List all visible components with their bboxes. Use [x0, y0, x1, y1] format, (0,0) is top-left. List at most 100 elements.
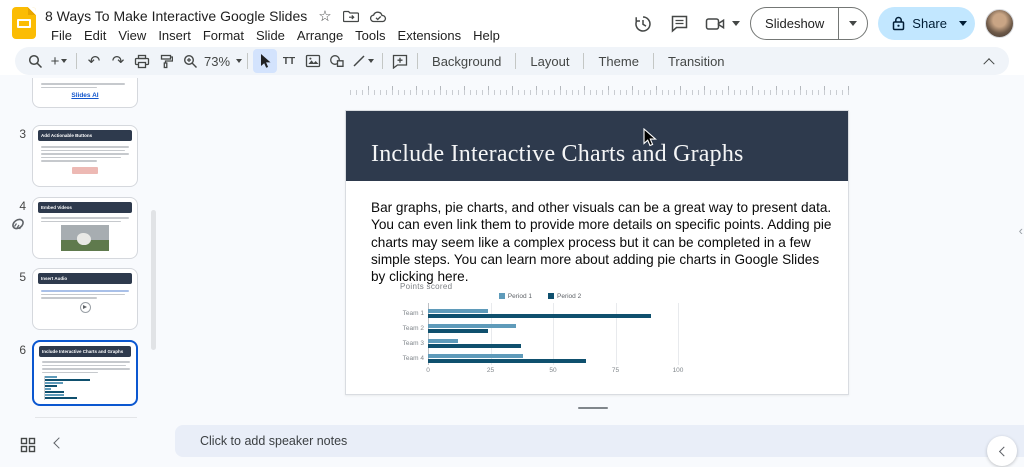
- zoom-icon[interactable]: [178, 49, 202, 73]
- menu-bar: File Edit View Insert Format Slide Arran…: [45, 27, 506, 44]
- chart-bar: [428, 329, 488, 333]
- menu-help[interactable]: Help: [467, 27, 506, 44]
- thumb-title: Add Actionable Buttons: [38, 130, 132, 141]
- menu-insert[interactable]: Insert: [152, 27, 197, 44]
- toolbar: + ↶ ↷ 73% TT: [15, 47, 1009, 75]
- account-avatar[interactable]: [985, 9, 1014, 38]
- menu-tools[interactable]: Tools: [349, 27, 391, 44]
- comments-icon[interactable]: [666, 11, 692, 37]
- google-slides-app: 8 Ways To Make Interactive Google Slides…: [0, 0, 1024, 467]
- line-dropdown-caret[interactable]: [368, 59, 374, 63]
- chart-legend-entry: Period 2: [548, 293, 581, 300]
- slideshow-button-group: Slideshow: [750, 7, 868, 40]
- version-history-icon[interactable]: [630, 11, 656, 37]
- menu-slide[interactable]: Slide: [250, 27, 291, 44]
- insert-shape-tool[interactable]: [325, 49, 349, 73]
- menu-arrange[interactable]: Arrange: [291, 27, 349, 44]
- print-icon[interactable]: [130, 49, 154, 73]
- insert-image-tool[interactable]: [301, 49, 325, 73]
- slides-logo-icon[interactable]: [12, 7, 36, 39]
- chart-x-tick: 0: [419, 367, 437, 374]
- speaker-notes-box[interactable]: Click to add speaker notes: [175, 425, 1024, 457]
- chart-x-tick: 100: [669, 367, 687, 374]
- thumb-mini-chart: [44, 376, 134, 402]
- horizontal-ruler: [345, 83, 849, 95]
- thumb-video-image: [61, 225, 109, 251]
- legend-swatch: [548, 293, 554, 299]
- menu-edit[interactable]: Edit: [78, 27, 112, 44]
- speaker-notes-placeholder: Click to add speaker notes: [200, 434, 347, 448]
- move-folder-icon[interactable]: [343, 9, 359, 23]
- menu-format[interactable]: Format: [197, 27, 250, 44]
- thumb-link-text: Slides AI: [33, 92, 137, 99]
- camera-dropdown-caret[interactable]: [732, 21, 740, 26]
- top-bar: 8 Ways To Make Interactive Google Slides…: [0, 0, 1024, 47]
- thumb-title: Embed Videos: [38, 202, 132, 213]
- paint-format-icon[interactable]: [154, 49, 178, 73]
- notes-resize-handle[interactable]: [578, 407, 608, 409]
- redo-icon[interactable]: ↷: [106, 49, 130, 73]
- filmstrip-scrollbar[interactable]: [151, 210, 156, 350]
- slide-number-3: 3: [10, 127, 26, 141]
- show-side-panel-button[interactable]: [987, 436, 1017, 466]
- mini-bar: [45, 379, 90, 381]
- transition-button[interactable]: Transition: [659, 49, 734, 73]
- side-panel-collapse-chevron[interactable]: ‹: [1019, 223, 1023, 238]
- grid-view-icon[interactable]: [18, 435, 38, 455]
- points-chart[interactable]: Points scoredPeriod 1Period 20255075100T…: [394, 281, 686, 385]
- current-slide[interactable]: Include Interactive Charts and Graphs Ba…: [345, 110, 849, 395]
- bottom-bar: Click to add speaker notes: [0, 425, 1024, 467]
- slideshow-dropdown[interactable]: [839, 21, 867, 26]
- mini-bar: [45, 397, 77, 399]
- menu-file[interactable]: File: [45, 27, 78, 44]
- slide-body-text[interactable]: Bar graphs, pie charts, and other visual…: [371, 199, 834, 285]
- collapse-filmstrip-icon[interactable]: [53, 437, 64, 448]
- slide-number-5: 5: [10, 270, 26, 284]
- insert-comment-tool[interactable]: [388, 49, 412, 73]
- chart-category-label: Team 1: [394, 310, 424, 317]
- slideshow-button[interactable]: Slideshow: [751, 16, 838, 31]
- workspace: Slides AI 3 Add Actionable Buttons 4 Emb…: [0, 75, 1024, 467]
- layout-button[interactable]: Layout: [521, 49, 578, 73]
- slide-thumbnail-4[interactable]: Embed Videos: [32, 197, 138, 259]
- slide-thumbnail-3[interactable]: Add Actionable Buttons: [32, 125, 138, 187]
- slide-thumbnail-2-partial[interactable]: Slides AI: [32, 78, 138, 108]
- select-tool[interactable]: [253, 49, 277, 73]
- chart-category-label: Team 4: [394, 355, 424, 362]
- lock-icon: [892, 16, 905, 31]
- text-box-tool[interactable]: TT: [277, 49, 301, 73]
- theme-button[interactable]: Theme: [589, 49, 647, 73]
- share-dropdown-caret[interactable]: [959, 21, 967, 26]
- menu-extensions[interactable]: Extensions: [392, 27, 468, 44]
- chart-x-tick: 50: [544, 367, 562, 374]
- chart-title: Points scored: [400, 282, 452, 291]
- chart-bar: [428, 314, 651, 318]
- mouse-cursor: [643, 128, 657, 147]
- document-title[interactable]: 8 Ways To Make Interactive Google Slides: [45, 8, 307, 24]
- star-icon[interactable]: ☆: [318, 9, 331, 24]
- chart-category-label: Team 3: [394, 340, 424, 347]
- thumb-title: Include Interactive Charts and Graphs: [39, 346, 131, 357]
- slide-number-4: 4: [10, 199, 26, 213]
- zoom-dropdown-caret[interactable]: [236, 59, 242, 63]
- meet-camera-icon[interactable]: [702, 11, 728, 37]
- insert-line-tool[interactable]: [349, 49, 377, 73]
- slide-thumbnail-6-selected[interactable]: Include Interactive Charts and Graphs: [32, 340, 138, 406]
- new-slide-caret[interactable]: [61, 59, 67, 63]
- chart-gridline: [553, 303, 554, 365]
- search-menus-icon[interactable]: [23, 49, 47, 73]
- share-button[interactable]: Share: [878, 7, 975, 40]
- cloud-status-icon[interactable]: [370, 10, 387, 23]
- thumb-cta-button: [72, 167, 98, 174]
- slide-thumbnail-5[interactable]: Insert Audio: [32, 268, 138, 330]
- menu-view[interactable]: View: [112, 27, 152, 44]
- background-button[interactable]: Background: [423, 49, 510, 73]
- slide-title-block[interactable]: Include Interactive Charts and Graphs: [346, 111, 848, 181]
- zoom-level-value[interactable]: 73%: [202, 54, 234, 69]
- filmstrip-divider: [35, 417, 137, 418]
- hide-menus-icon[interactable]: [977, 49, 1001, 73]
- slide-title-text: Include Interactive Charts and Graphs: [371, 141, 744, 168]
- undo-icon[interactable]: ↶: [82, 49, 106, 73]
- thumb-audio-button: [80, 302, 91, 313]
- new-slide-button[interactable]: +: [47, 49, 71, 73]
